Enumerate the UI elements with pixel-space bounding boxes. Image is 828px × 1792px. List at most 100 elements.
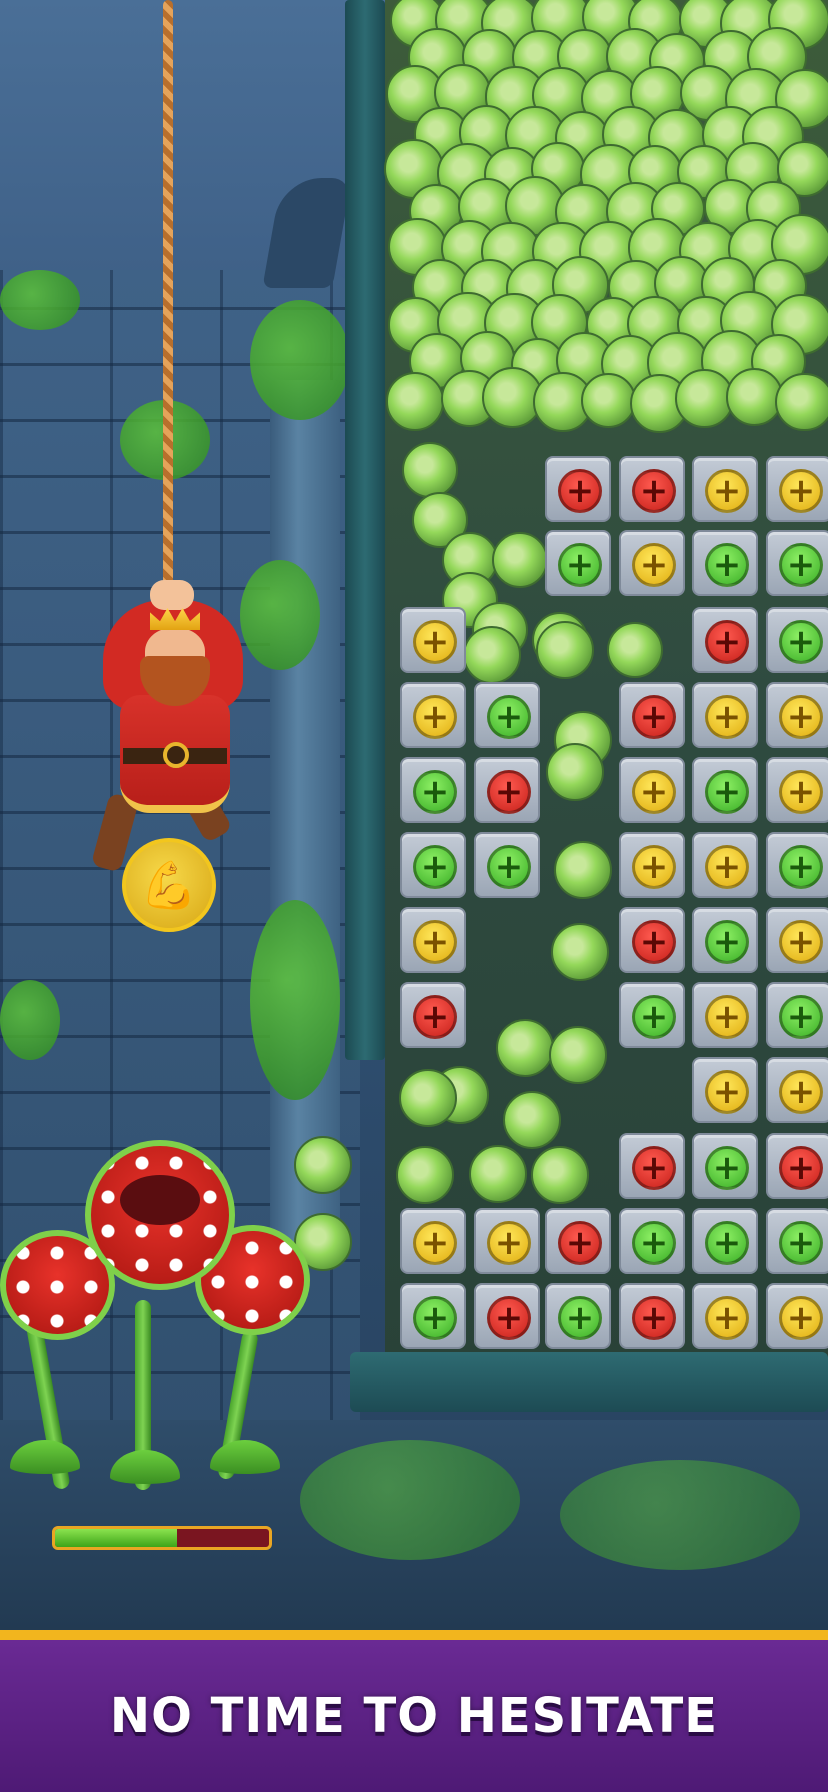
promo-banner: NO TIME TO HESITATE (0, 1640, 828, 1792)
plus-pin-icon: + (413, 1296, 457, 1340)
pin-tile-yellow[interactable]: + (766, 757, 828, 823)
pin-tile-red[interactable]: + (545, 456, 611, 522)
pin-tile-green[interactable]: + (692, 1133, 758, 1199)
pin-tile-green[interactable]: + (766, 530, 828, 596)
game-scene: + + + + + + + + + + + + + + + + + + + + + + + + + + + + + + + + + + + + + + + +… (0, 0, 828, 1630)
pin-tile-green[interactable]: + (766, 832, 828, 898)
plus-pin-icon: + (632, 770, 676, 814)
pin-tile-green[interactable]: + (692, 530, 758, 596)
plus-pin-icon: + (632, 543, 676, 587)
pin-tile-red[interactable]: + (619, 1283, 685, 1349)
plus-pin-icon: + (779, 1296, 823, 1340)
pin-tile-green[interactable]: + (692, 1208, 758, 1274)
pin-tile-green[interactable]: + (474, 832, 540, 898)
plus-pin-icon: + (705, 469, 749, 513)
pin-tile-red[interactable]: + (619, 1133, 685, 1199)
ground-foliage (300, 1440, 520, 1560)
plus-pin-icon: + (779, 920, 823, 964)
pin-tile-yellow[interactable]: + (766, 682, 828, 748)
pin-tile-green[interactable]: + (545, 1283, 611, 1349)
banner-trim (0, 1630, 828, 1640)
pin-tile-red[interactable]: + (545, 1208, 611, 1274)
pin-tile-red[interactable]: + (400, 982, 466, 1048)
pin-tile-green[interactable]: + (474, 682, 540, 748)
vine-ball (775, 372, 828, 432)
pin-tile-yellow[interactable]: + (692, 456, 758, 522)
pin-tile-yellow[interactable]: + (692, 832, 758, 898)
pin-tile-red[interactable]: + (766, 1133, 828, 1199)
pin-tile-yellow[interactable]: + (692, 682, 758, 748)
pin-tile-yellow[interactable]: + (692, 982, 758, 1048)
health-bar-fill (55, 1529, 177, 1547)
pin-tile-yellow[interactable]: + (619, 757, 685, 823)
pin-tile-green[interactable]: + (766, 1208, 828, 1274)
plus-pin-icon: + (779, 620, 823, 664)
pin-tile-yellow[interactable]: + (400, 682, 466, 748)
pin-tile-yellow[interactable]: + (766, 1283, 828, 1349)
pin-tile-yellow[interactable]: + (619, 832, 685, 898)
plus-pin-icon: + (487, 695, 531, 739)
plus-pin-icon: + (779, 469, 823, 513)
vine-ball (402, 442, 458, 498)
plus-pin-icon: + (779, 1070, 823, 1114)
pin-tile-red[interactable]: + (619, 456, 685, 522)
pin-tile-yellow[interactable]: + (766, 907, 828, 973)
gargoyle-statue (262, 178, 352, 288)
vine-ball (399, 1069, 457, 1127)
pin-tile-green[interactable]: + (692, 907, 758, 973)
plus-pin-icon: + (705, 770, 749, 814)
plus-pin-icon: + (413, 770, 457, 814)
vine-ball (546, 743, 604, 801)
vine-foliage (0, 270, 80, 330)
plus-pin-icon: + (558, 1221, 602, 1265)
vine-ball (607, 622, 663, 678)
plus-pin-icon: + (632, 695, 676, 739)
pin-tile-red[interactable]: + (474, 757, 540, 823)
pin-tile-green[interactable]: + (400, 1283, 466, 1349)
pin-tile-green[interactable]: + (619, 982, 685, 1048)
plus-pin-icon: + (632, 1296, 676, 1340)
plus-pin-icon: + (705, 845, 749, 889)
pin-tile-green[interactable]: + (619, 1208, 685, 1274)
pin-tile-yellow[interactable]: + (766, 1057, 828, 1123)
vine-foliage (250, 300, 350, 420)
pin-tile-green[interactable]: + (766, 607, 828, 673)
pin-tile-yellow[interactable]: + (400, 1208, 466, 1274)
pin-tile-red[interactable]: + (619, 682, 685, 748)
vine-ball (536, 621, 594, 679)
vine-ball (503, 1091, 561, 1149)
pin-tile-green[interactable]: + (400, 757, 466, 823)
vine-ball (554, 841, 612, 899)
plus-pin-icon: + (487, 1296, 531, 1340)
plus-pin-icon: + (487, 845, 531, 889)
plus-pin-icon: + (705, 1070, 749, 1114)
plus-pin-icon: + (779, 1221, 823, 1265)
vine-foliage (250, 900, 340, 1100)
pin-tile-red[interactable]: + (692, 607, 758, 673)
pin-tile-green[interactable]: + (766, 982, 828, 1048)
pin-tile-yellow[interactable]: + (400, 907, 466, 973)
pin-tile-yellow[interactable]: + (766, 456, 828, 522)
pin-tile-yellow[interactable]: + (692, 1057, 758, 1123)
pin-tile-green[interactable]: + (545, 530, 611, 596)
plus-pin-icon: + (705, 620, 749, 664)
pin-tile-yellow[interactable]: + (474, 1208, 540, 1274)
vine-ball (385, 372, 445, 432)
plus-pin-icon: + (558, 469, 602, 513)
plus-pin-icon: + (632, 469, 676, 513)
plus-pin-icon: + (779, 1146, 823, 1190)
plus-pin-icon: + (705, 1146, 749, 1190)
flexed-bicep-icon[interactable]: 💪 (122, 838, 216, 932)
pin-tile-green[interactable]: + (692, 757, 758, 823)
vine-ball (551, 923, 609, 981)
pin-tile-yellow[interactable]: + (400, 607, 466, 673)
plus-pin-icon: + (705, 1296, 749, 1340)
pin-tile-red[interactable]: + (619, 907, 685, 973)
pin-tile-yellow[interactable]: + (619, 530, 685, 596)
plus-pin-icon: + (413, 620, 457, 664)
plus-pin-icon: + (632, 920, 676, 964)
pin-tile-green[interactable]: + (400, 832, 466, 898)
king-character (90, 580, 255, 873)
pin-tile-red[interactable]: + (474, 1283, 540, 1349)
pin-tile-yellow[interactable]: + (692, 1283, 758, 1349)
